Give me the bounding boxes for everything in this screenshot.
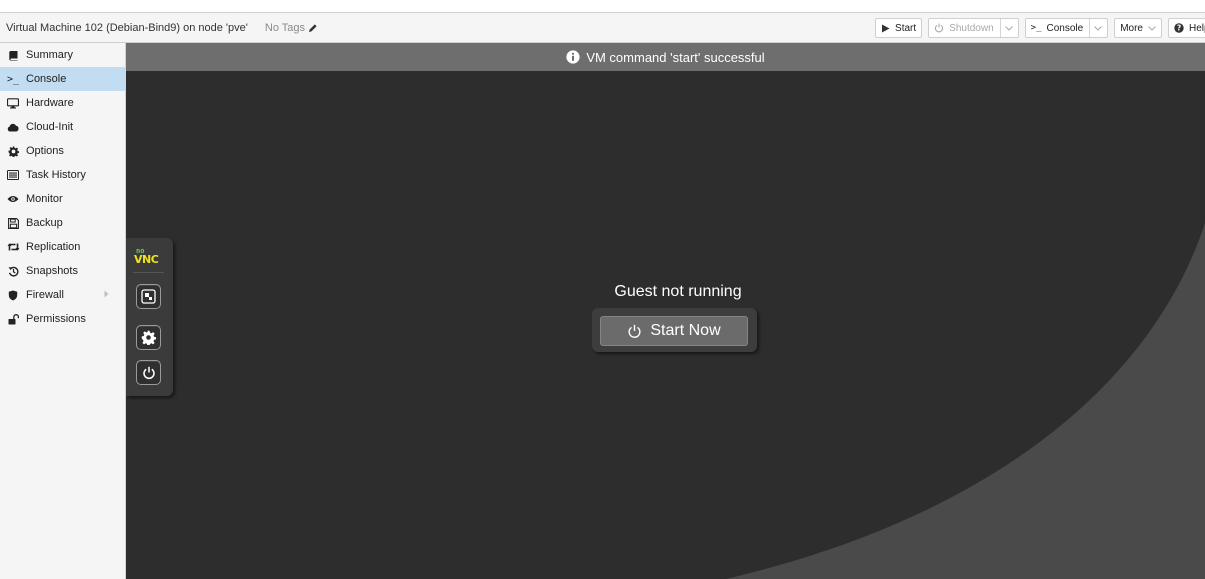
start-now-label: Start Now (650, 322, 721, 339)
gear-icon (6, 144, 20, 158)
sidebar-item-label: Options (26, 145, 64, 157)
chevron-right-icon[interactable] (104, 290, 109, 300)
shutdown-label: Shutdown (949, 22, 994, 34)
pencil-icon[interactable] (308, 23, 318, 33)
sidebar-item-permissions[interactable]: Permissions (0, 307, 125, 331)
start-label: Start (895, 22, 917, 34)
unlock-icon (6, 312, 20, 326)
panel-divider (133, 272, 164, 273)
sidebar-item-label: Summary (26, 49, 74, 61)
start-button[interactable]: Start (875, 18, 923, 38)
guest-status: Guest not running (598, 283, 758, 301)
banner-message: VM command 'start' successful (586, 49, 765, 65)
sidebar-item-summary[interactable]: Summary (0, 43, 125, 67)
chevron-down-icon (1148, 23, 1156, 33)
svg-text:VNC: VNC (134, 253, 159, 266)
sidebar-item-label: Console (26, 73, 67, 85)
terminal-icon: >_ (1030, 23, 1042, 33)
sidebar-item-label: Permissions (26, 313, 86, 325)
gear-icon (141, 330, 156, 345)
desktop-icon (6, 96, 20, 110)
vm-toolbar: Start Shutdown >_ Console More ? Hel (869, 13, 1205, 43)
extra-keys-button[interactable] (136, 284, 161, 309)
sidebar-item-firewall[interactable]: Firewall (0, 283, 125, 307)
status-banner: VM command 'start' successful (126, 43, 1205, 71)
vm-title: Virtual Machine 102 (Debian-Bind9) on no… (6, 21, 248, 34)
shutdown-button[interactable]: Shutdown (928, 18, 1019, 38)
tags-label: No Tags (264, 21, 306, 34)
list-icon (6, 168, 20, 182)
sidebar-item-backup[interactable]: Backup (0, 211, 125, 235)
chevron-down-icon (1094, 25, 1103, 31)
sidebar-item-label: Firewall (26, 289, 64, 301)
sidebar-item-replication[interactable]: Replication (0, 235, 125, 259)
power-icon (934, 23, 944, 33)
sidebar-item-label: Cloud-Init (26, 121, 74, 133)
cloud-icon (6, 120, 20, 134)
sidebar-item-options[interactable]: Options (0, 139, 125, 163)
sidebar-item-label: Task History (26, 169, 86, 181)
sidebar-item-cloud-init[interactable]: Cloud-Init (0, 115, 125, 139)
start-now-panel: Start Now (592, 308, 757, 352)
svg-text:?: ? (1177, 24, 1181, 33)
question-circle-icon: ? (1174, 23, 1184, 33)
sidebar-item-task-history[interactable]: Task History (0, 163, 125, 187)
retweet-icon (6, 240, 20, 254)
console-button[interactable]: >_ Console (1024, 18, 1109, 38)
floppy-icon (6, 216, 20, 230)
shutdown-menu-trigger[interactable] (999, 19, 1013, 37)
sidebar-item-label: Backup (26, 217, 63, 229)
start-now-button[interactable]: Start Now (600, 316, 748, 346)
sidebar-item-label: Snapshots (26, 265, 78, 277)
help-label: Help (1189, 22, 1205, 34)
shield-icon (6, 288, 20, 302)
terminal-icon: >_ (6, 73, 20, 85)
more-label: More (1120, 22, 1143, 34)
sidebar-item-console[interactable]: >_ Console (0, 67, 125, 91)
power-icon (627, 324, 642, 339)
settings-button[interactable] (136, 325, 161, 350)
sidebar-item-label: Hardware (26, 97, 74, 109)
guest-status-text: Guest not running (614, 283, 742, 300)
sidebar-item-hardware[interactable]: Hardware (0, 91, 125, 115)
sidebar-item-label: Monitor (26, 193, 63, 205)
eye-icon (6, 192, 20, 206)
history-icon (6, 264, 20, 278)
play-icon (881, 24, 890, 33)
sidebar-item-label: Replication (26, 241, 81, 253)
power-button[interactable] (136, 360, 161, 385)
help-button[interactable]: ? Help (1168, 18, 1205, 38)
novnc-logo: no VNC (134, 247, 159, 266)
console-menu-trigger[interactable] (1089, 19, 1103, 37)
sidebar-item-monitor[interactable]: Monitor (0, 187, 125, 211)
book-icon (6, 48, 20, 62)
more-button[interactable]: More (1114, 18, 1162, 38)
sidebar-item-snapshots[interactable]: Snapshots (0, 259, 125, 283)
vm-header: Virtual Machine 102 (Debian-Bind9) on no… (0, 12, 1205, 43)
novnc-control-bar: no VNC (126, 238, 173, 396)
chevron-down-icon (1004, 25, 1013, 31)
keyboard-keys-icon (141, 289, 156, 304)
tags-editor[interactable]: No Tags (265, 22, 318, 34)
console-label: Console (1046, 22, 1084, 34)
power-icon (142, 366, 155, 379)
console-area[interactable]: VM command 'start' successful no VNC Gue… (126, 43, 1205, 579)
info-circle-icon (566, 50, 580, 64)
vm-sidebar: Summary >_ Console Hardware Cloud-Init O… (0, 43, 126, 579)
